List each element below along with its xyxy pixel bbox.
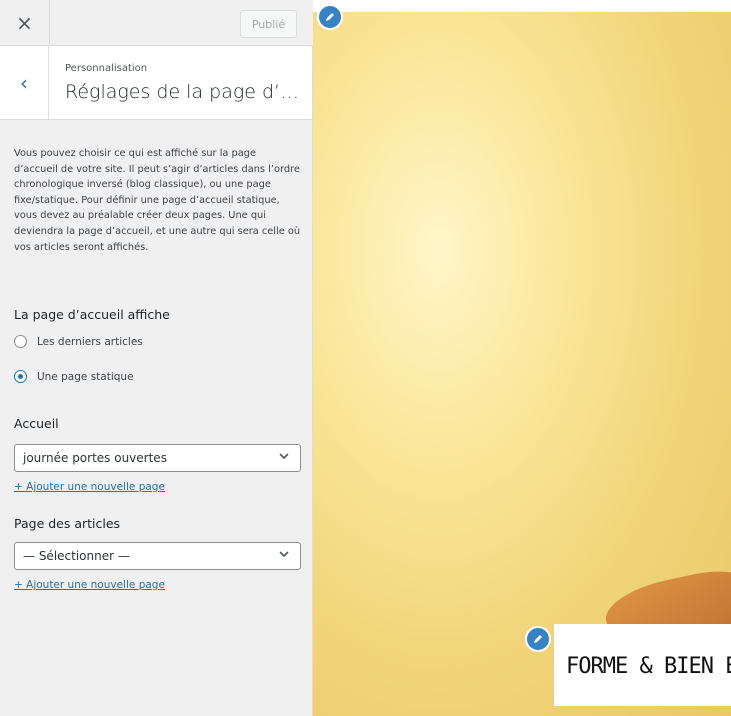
- section-header: ‹ Personnalisation Réglages de la page d…: [0, 46, 312, 120]
- chevron-down-icon: [278, 548, 290, 563]
- posts-page-select[interactable]: — Sélectionner —: [14, 542, 301, 570]
- section-description: Vous pouvez choisir ce qui est affiché s…: [14, 148, 301, 253]
- site-logo: FORME & BIEN E: [554, 624, 731, 706]
- back-button[interactable]: ‹: [0, 46, 49, 119]
- homepage-display-label: La page d’accueil affiche: [14, 307, 170, 322]
- preview-top-strip: [313, 0, 731, 12]
- homepage-select-value: journée portes ouvertes: [23, 451, 167, 465]
- logo-text: FORME & BIEN E: [566, 654, 731, 679]
- homepage-select-label: Accueil: [14, 416, 59, 431]
- edit-shortcut-pencil-icon[interactable]: [317, 4, 343, 30]
- breadcrumb: Personnalisation: [65, 63, 148, 74]
- chevron-left-icon: ‹: [20, 70, 28, 95]
- add-new-page-link[interactable]: + Ajouter une nouvelle page: [14, 481, 165, 493]
- section-title: Réglages de la page d’acc...: [65, 81, 305, 103]
- edit-logo-pencil-icon[interactable]: [525, 626, 551, 652]
- customizer-header: × Publié: [0, 0, 313, 46]
- posts-page-select-value: — Sélectionner —: [23, 549, 130, 563]
- radio-static-page[interactable]: Une page statique: [14, 370, 134, 383]
- site-preview: FORME & BIEN E: [313, 0, 731, 716]
- close-icon: ×: [16, 10, 33, 35]
- radio-button-checked[interactable]: [14, 370, 27, 383]
- homepage-select[interactable]: journée portes ouvertes: [14, 444, 301, 472]
- radio-button[interactable]: [14, 335, 27, 348]
- radio-label: Les derniers articles: [37, 335, 143, 348]
- add-new-page-link[interactable]: + Ajouter une nouvelle page: [14, 579, 165, 591]
- publish-button[interactable]: Publié: [240, 10, 297, 38]
- radio-label: Une page statique: [37, 370, 134, 383]
- close-customizer-button[interactable]: ×: [0, 0, 50, 45]
- chevron-down-icon: [278, 450, 290, 465]
- customizer-sidebar: × Publié ‹ Personnalisation Réglages de …: [0, 0, 313, 716]
- posts-page-label: Page des articles: [14, 516, 121, 531]
- radio-latest-posts[interactable]: Les derniers articles: [14, 335, 143, 348]
